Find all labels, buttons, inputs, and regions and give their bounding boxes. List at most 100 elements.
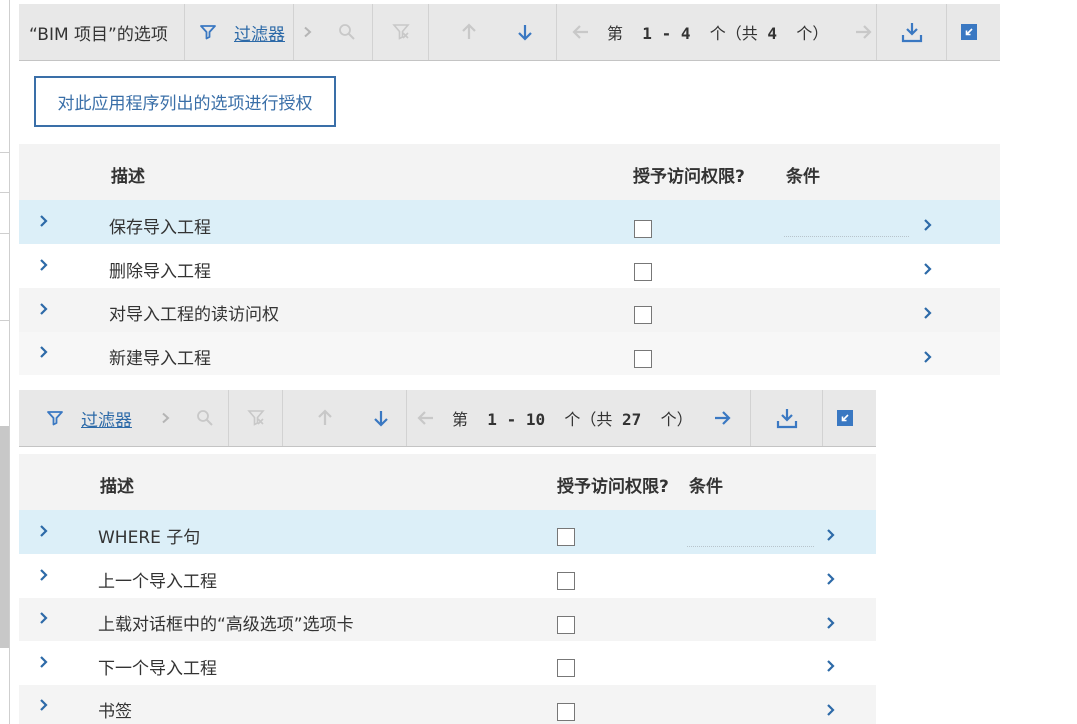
download-icon[interactable] bbox=[901, 21, 923, 43]
clear-filter-icon[interactable] bbox=[391, 23, 410, 41]
row-description: 书签 bbox=[98, 702, 132, 722]
options-table: 描述 授予访问权限? 条件 保存导入工程 删除导入工程 对导入工程的读访问权 新… bbox=[19, 144, 1000, 375]
functions-toolbar: 过滤器 第 1 - 10 个（共 27 个） bbox=[19, 390, 876, 447]
row-description: 对导入工程的读访问权 bbox=[109, 305, 279, 325]
clear-filter-icon[interactable] bbox=[246, 409, 265, 427]
filter-link[interactable]: 过滤器 bbox=[81, 406, 132, 431]
table-row[interactable]: 删除导入工程 bbox=[19, 244, 1000, 288]
sort-segment bbox=[283, 390, 407, 446]
col-header-condition[interactable]: 条件 bbox=[689, 472, 723, 497]
collapse-icon[interactable] bbox=[836, 410, 853, 426]
table-row[interactable]: 对导入工程的读访问权 bbox=[19, 288, 1000, 332]
clear-filter-segment[interactable] bbox=[373, 4, 429, 60]
search-icon[interactable] bbox=[338, 23, 356, 41]
clear-filter-segment[interactable] bbox=[229, 390, 283, 446]
expand-row-icon[interactable] bbox=[39, 567, 49, 587]
table-row[interactable]: 上载对话框中的“高级选项”选项卡 bbox=[19, 598, 876, 641]
grant-access-checkbox[interactable] bbox=[634, 350, 652, 368]
col-header-grant-access[interactable]: 授予访问权限? bbox=[633, 162, 745, 187]
prev-page-icon[interactable] bbox=[572, 24, 590, 40]
search-icon[interactable] bbox=[196, 409, 214, 427]
table-row[interactable]: 上一个导入工程 bbox=[19, 554, 876, 598]
functions-table: 描述 授予访问权限? 条件 WHERE 子句 上一个导入工程 上载对话框中的“高… bbox=[19, 454, 876, 724]
row-detail-icon[interactable] bbox=[923, 305, 933, 325]
col-header-description[interactable]: 描述 bbox=[111, 162, 145, 187]
grant-access-checkbox[interactable] bbox=[634, 263, 652, 281]
grant-access-checkbox[interactable] bbox=[557, 528, 575, 546]
filter-segment[interactable]: 过滤器 bbox=[185, 4, 294, 60]
chevron-segment[interactable] bbox=[151, 390, 181, 446]
row-description: 删除导入工程 bbox=[109, 262, 211, 282]
row-detail-icon[interactable] bbox=[826, 702, 836, 722]
collapse-segment[interactable] bbox=[823, 390, 866, 446]
grant-access-checkbox[interactable] bbox=[557, 616, 575, 634]
chevron-right-icon[interactable] bbox=[303, 26, 313, 38]
grant-access-checkbox[interactable] bbox=[634, 220, 652, 238]
grant-access-checkbox[interactable] bbox=[557, 659, 575, 677]
pagination-segment: 第 1 - 4 个（共 4 个） bbox=[557, 4, 877, 60]
next-page-icon[interactable] bbox=[854, 24, 872, 40]
row-detail-icon[interactable] bbox=[923, 349, 933, 369]
filter-link[interactable]: 过滤器 bbox=[234, 20, 285, 45]
collapse-icon[interactable] bbox=[961, 24, 977, 40]
authorize-options-button[interactable]: 对此应用程序列出的选项进行授权 bbox=[34, 76, 336, 127]
window-left-edge bbox=[0, 0, 10, 724]
row-description: 新建导入工程 bbox=[109, 349, 211, 369]
toolbar-title-segment: “BIM 项目”的选项 bbox=[19, 4, 185, 60]
sort-up-icon[interactable] bbox=[317, 409, 333, 427]
search-segment[interactable] bbox=[181, 390, 229, 446]
sort-down-icon[interactable] bbox=[517, 23, 533, 41]
options-toolbar: “BIM 项目”的选项 过滤器 第 1 - 4 个（共 4 个） bbox=[19, 4, 1000, 61]
collapse-segment[interactable] bbox=[947, 4, 991, 60]
chevron-right-icon[interactable] bbox=[161, 412, 171, 424]
filter-icon[interactable] bbox=[200, 24, 216, 40]
expand-row-icon[interactable] bbox=[39, 610, 49, 630]
panel-title: “BIM 项目”的选项 bbox=[29, 24, 168, 45]
table-row[interactable]: 新建导入工程 bbox=[19, 332, 1000, 375]
filter-icon[interactable] bbox=[47, 410, 63, 426]
download-icon[interactable] bbox=[776, 407, 798, 429]
page-info: 第 1 - 4 个（共 4 个） bbox=[607, 24, 829, 43]
sort-down-icon[interactable] bbox=[373, 409, 389, 427]
expand-row-icon[interactable] bbox=[39, 301, 49, 321]
col-header-condition[interactable]: 条件 bbox=[786, 162, 820, 187]
table-row[interactable]: 保存导入工程 bbox=[19, 200, 1000, 244]
sort-up-icon[interactable] bbox=[461, 23, 477, 41]
sort-segment bbox=[429, 4, 557, 60]
table-row[interactable]: 下一个导入工程 bbox=[19, 641, 876, 685]
row-detail-icon[interactable] bbox=[923, 261, 933, 281]
grant-access-checkbox[interactable] bbox=[557, 572, 575, 590]
download-segment[interactable] bbox=[751, 390, 823, 446]
col-header-grant-access[interactable]: 授予访问权限? bbox=[557, 472, 669, 497]
expand-row-icon[interactable] bbox=[39, 654, 49, 674]
expand-row-icon[interactable] bbox=[39, 257, 49, 277]
grant-access-checkbox[interactable] bbox=[634, 306, 652, 324]
row-detail-icon[interactable] bbox=[826, 527, 836, 547]
row-description: WHERE 子句 bbox=[98, 528, 201, 548]
next-page-icon[interactable] bbox=[713, 410, 731, 426]
condition-field[interactable] bbox=[784, 236, 909, 237]
row-detail-icon[interactable] bbox=[923, 217, 933, 237]
prev-page-icon[interactable] bbox=[417, 410, 435, 426]
row-detail-icon[interactable] bbox=[826, 571, 836, 591]
grant-access-checkbox[interactable] bbox=[557, 703, 575, 721]
row-detail-icon[interactable] bbox=[826, 615, 836, 635]
table-header: 描述 授予访问权限? 条件 bbox=[19, 144, 1000, 200]
scrollbar-thumb[interactable] bbox=[0, 426, 9, 648]
row-detail-icon[interactable] bbox=[826, 658, 836, 678]
table-header: 描述 授予访问权限? 条件 bbox=[19, 454, 876, 510]
table-row[interactable]: WHERE 子句 bbox=[19, 510, 876, 554]
expand-row-icon[interactable] bbox=[39, 213, 49, 233]
expand-row-icon[interactable] bbox=[39, 344, 49, 364]
chevron-segment[interactable] bbox=[294, 4, 321, 60]
expand-row-icon[interactable] bbox=[39, 523, 49, 543]
table-row[interactable]: 书签 bbox=[19, 685, 876, 724]
search-segment[interactable] bbox=[321, 4, 373, 60]
expand-row-icon[interactable] bbox=[39, 697, 49, 717]
col-header-description[interactable]: 描述 bbox=[100, 472, 134, 497]
row-description: 下一个导入工程 bbox=[98, 659, 217, 679]
condition-field[interactable] bbox=[687, 546, 814, 547]
download-segment[interactable] bbox=[877, 4, 947, 60]
pagination-segment: 第 1 - 10 个（共 27 个） bbox=[407, 390, 751, 446]
filter-segment[interactable]: 过滤器 bbox=[19, 390, 151, 446]
